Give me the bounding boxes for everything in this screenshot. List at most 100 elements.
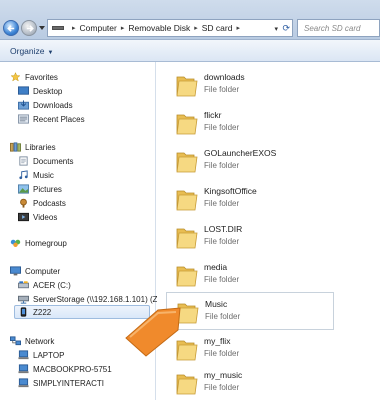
videos-icon	[18, 212, 29, 222]
file-type: File folder	[204, 237, 240, 246]
file-row-media[interactable]: media File folder	[166, 256, 334, 294]
nav-item-podcasts[interactable]: Podcasts	[18, 196, 66, 210]
file-type: File folder	[204, 383, 240, 392]
file-row-kingsoftoffice[interactable]: KingsoftOffice File folder	[166, 180, 334, 218]
folder-icon	[176, 266, 198, 287]
nav-item-label: Desktop	[33, 86, 63, 96]
file-row-my-music[interactable]: my_music File folder	[166, 364, 334, 400]
file-name: KingsoftOffice	[204, 186, 257, 196]
chevron-right-icon[interactable]: ▸	[121, 24, 125, 32]
portable-device-icon	[20, 307, 27, 317]
nav-item-label: MACBOOKPRO-5751	[33, 364, 112, 374]
chevron-right-icon[interactable]: ▸	[72, 24, 76, 32]
nav-item-label: Videos	[33, 212, 58, 222]
address-history-dropdown-icon[interactable]: ▾	[274, 25, 278, 33]
downloads-icon	[18, 100, 29, 110]
nav-item-laptop[interactable]: LAPTOP	[18, 348, 64, 362]
nav-item-desktop[interactable]: Desktop	[18, 84, 62, 98]
organize-button[interactable]: Organize ▼	[10, 46, 53, 56]
pictures-icon	[18, 184, 29, 194]
chevron-right-icon[interactable]: ▸	[236, 24, 240, 32]
back-arrow-icon	[7, 25, 15, 32]
file-name: my_flix	[204, 336, 231, 346]
nav-item-label: ACER (C:)	[33, 280, 71, 290]
file-name: downloads	[204, 72, 245, 82]
computer-icon	[10, 266, 21, 276]
file-type: File folder	[204, 275, 240, 284]
file-list: downloads File folder flickr File folder…	[157, 62, 380, 400]
network-drive-icon	[18, 295, 29, 304]
folder-icon	[176, 374, 198, 395]
nav-item-documents[interactable]: Documents	[18, 154, 73, 168]
tutorial-arrow-pointer-icon	[125, 307, 181, 357]
network-icon	[10, 336, 21, 346]
forward-button[interactable]	[21, 20, 37, 36]
nav-item-pictures[interactable]: Pictures	[18, 182, 62, 196]
star-icon	[10, 72, 21, 82]
search-input[interactable]	[304, 23, 364, 33]
libraries-icon	[10, 142, 21, 152]
organize-label: Organize	[10, 46, 45, 56]
nav-item-label: LAPTOP	[33, 350, 65, 360]
drive-icon	[52, 26, 64, 30]
chevron-down-icon: ▼	[47, 50, 54, 56]
folder-icon	[176, 76, 198, 97]
documents-icon	[19, 156, 28, 166]
nav-item-label: Recent Places	[33, 114, 85, 124]
file-row-downloads[interactable]: downloads File folder	[166, 66, 334, 104]
nav-item-label: Music	[33, 170, 54, 180]
recent-pages-dropdown-icon[interactable]	[39, 25, 45, 31]
computer-icon	[18, 378, 29, 388]
nav-libraries-label: Libraries	[25, 142, 56, 152]
nav-network-label: Network	[25, 336, 55, 346]
nav-item-label: Downloads	[33, 100, 73, 110]
nav-item-downloads[interactable]: Downloads	[18, 98, 73, 112]
file-type: File folder	[205, 312, 241, 321]
nav-item-label: Podcasts	[33, 198, 66, 208]
music-icon	[19, 170, 28, 180]
nav-favorites[interactable]: Favorites	[10, 70, 58, 84]
address-bar-area: ▸ Computer ▸ Removable Disk ▸ SD card ▸ …	[0, 0, 380, 40]
nav-computer[interactable]: Computer	[10, 264, 60, 278]
file-row-my-flix[interactable]: my_flix File folder	[166, 330, 334, 368]
file-type: File folder	[204, 161, 240, 170]
nav-network[interactable]: Network	[10, 334, 54, 348]
file-name: flickr	[204, 110, 222, 120]
desktop-icon	[18, 86, 29, 95]
nav-libraries[interactable]: Libraries	[10, 140, 56, 154]
nav-item-recent-places[interactable]: Recent Places	[18, 112, 85, 126]
nav-item-label: Pictures	[33, 184, 62, 194]
homegroup-icon	[10, 239, 21, 248]
nav-item-label: Z222	[33, 307, 52, 317]
file-type: File folder	[204, 349, 240, 358]
nav-item-label: SIMPLYINTERACTI	[33, 378, 104, 388]
file-row-golauncherexos[interactable]: GOLauncherEXOS File folder	[166, 142, 334, 180]
file-row-music[interactable]: Music File folder	[166, 292, 334, 330]
breadcrumb-sd-card[interactable]: SD card	[202, 23, 233, 33]
nav-item-videos[interactable]: Videos	[18, 210, 57, 224]
breadcrumb-computer[interactable]: Computer	[80, 23, 117, 33]
file-row-flickr[interactable]: flickr File folder	[166, 104, 334, 142]
nav-item-acer-drive[interactable]: ACER (C:)	[18, 278, 71, 292]
breadcrumb-removable-disk[interactable]: Removable Disk	[128, 23, 190, 33]
file-row-lost-dir[interactable]: LOST.DIR File folder	[166, 218, 334, 256]
file-name: my_music	[204, 370, 243, 380]
forward-arrow-icon	[26, 25, 34, 32]
computer-icon	[18, 364, 29, 374]
nav-item-label: Documents	[33, 156, 74, 166]
address-box[interactable]: ▸ Computer ▸ Removable Disk ▸ SD card ▸ …	[47, 19, 293, 37]
search-box[interactable]	[297, 19, 380, 37]
refresh-icon[interactable]: ⟳	[282, 23, 290, 34]
nav-item-simplyinteracti[interactable]: SIMPLYINTERACTI	[18, 376, 104, 390]
nav-favorites-label: Favorites	[25, 72, 58, 82]
nav-item-music[interactable]: Music	[18, 168, 54, 182]
chevron-right-icon[interactable]: ▸	[194, 24, 198, 32]
command-bar: Organize ▼	[0, 40, 380, 62]
file-name: LOST.DIR	[204, 224, 243, 234]
nav-item-macbookpro[interactable]: MACBOOKPRO-5751	[18, 362, 112, 376]
nav-homegroup[interactable]: Homegroup	[10, 236, 67, 250]
nav-homegroup-label: Homegroup	[25, 238, 67, 248]
back-button[interactable]	[3, 20, 19, 36]
recent-places-icon	[18, 114, 29, 124]
file-name: Music	[205, 299, 228, 309]
